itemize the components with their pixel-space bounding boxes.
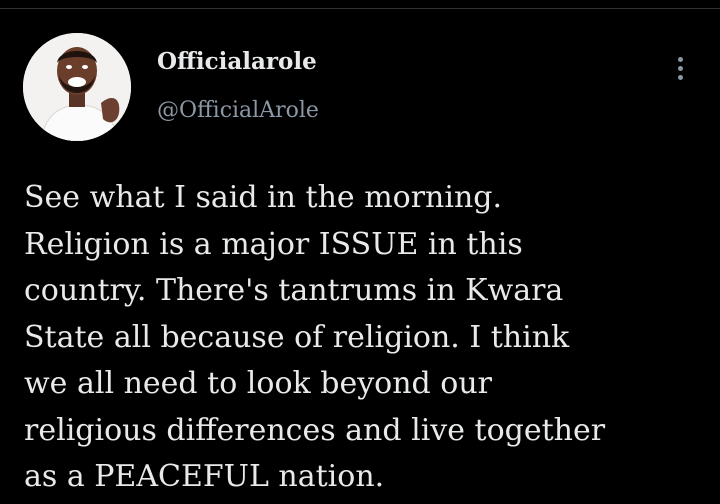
user-avatar[interactable] — [23, 33, 131, 141]
avatar-photo — [23, 33, 131, 141]
author-handle[interactable]: @OfficialArole — [157, 98, 319, 123]
tweet-card[interactable]: Officialarole @OfficialArole See what I … — [0, 10, 720, 504]
more-options-button[interactable] — [664, 48, 696, 88]
more-vertical-icon — [677, 56, 683, 62]
top-divider — [0, 0, 720, 9]
more-vertical-icon — [677, 74, 683, 80]
author-display-name[interactable]: Officialarole — [157, 48, 317, 75]
more-vertical-icon — [677, 65, 683, 71]
tweet-text: See what I said in the morning. Religion… — [24, 180, 606, 494]
